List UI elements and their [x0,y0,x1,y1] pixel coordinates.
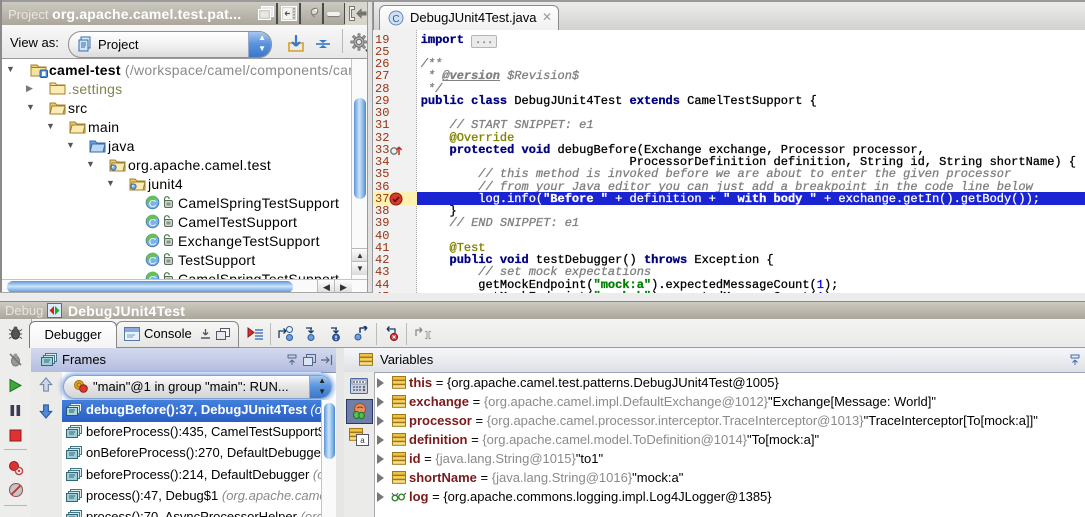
svg-text:a: a [360,436,365,445]
svg-text:C: C [149,217,157,229]
svg-text:C: C [149,255,157,267]
svg-text:C: C [149,236,157,248]
svg-text:C: C [392,14,399,25]
svg-text:C: C [149,198,157,210]
